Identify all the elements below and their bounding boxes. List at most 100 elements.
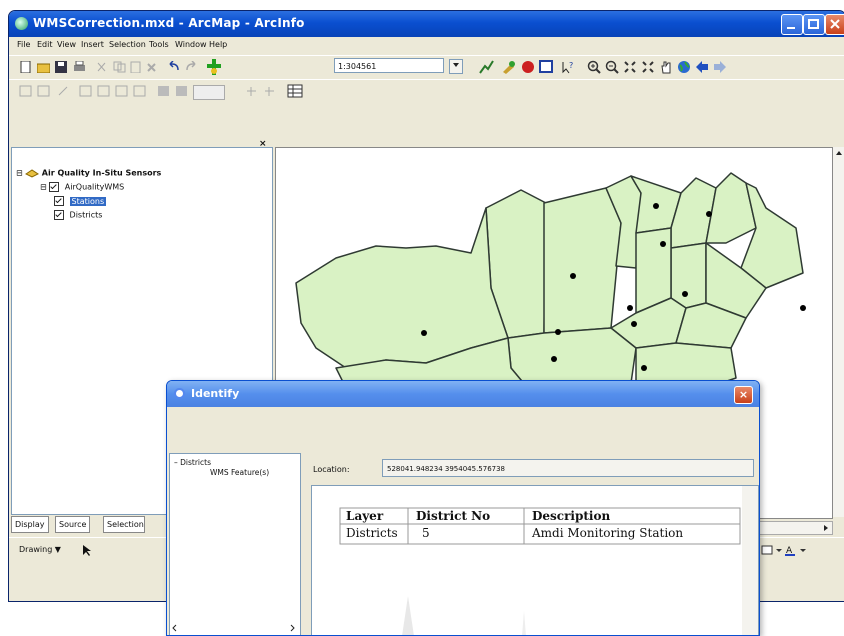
- checkbox-icon[interactable]: [49, 182, 60, 192]
- identify-title-bar[interactable]: [167, 381, 759, 407]
- window-title: WMSCorrection.mxd - ArcMap - ArcInfo: [33, 16, 305, 30]
- target-layer-dropdown[interactable]: [193, 85, 225, 100]
- toc-root-row[interactable]: ⊟ Air Quality In-Situ Sensors: [16, 168, 161, 178]
- station-point: [627, 305, 633, 311]
- tree-node-districts[interactable]: – Districts: [174, 458, 211, 467]
- drawing-menu[interactable]: Drawing ▼: [19, 545, 61, 554]
- command-line-icon[interactable]: [521, 60, 536, 74]
- map-scale-input[interactable]: 1:304561: [334, 58, 444, 73]
- identify-close-button[interactable]: ×: [734, 386, 753, 404]
- snapping-options-icon[interactable]: [263, 85, 276, 97]
- map-horizontal-scrollbar[interactable]: [751, 521, 833, 535]
- edit-tool-icon[interactable]: [19, 85, 32, 97]
- menu-file[interactable]: File: [17, 40, 30, 49]
- whats-this-help-icon[interactable]: ?: [561, 60, 576, 74]
- georef-tool-icon[interactable]: [157, 85, 170, 97]
- tree-node-wms-feature[interactable]: WMS Feature(s): [210, 468, 269, 477]
- open-folder-icon[interactable]: [37, 61, 50, 73]
- print-icon[interactable]: [73, 61, 86, 73]
- menu-edit[interactable]: Edit: [37, 40, 53, 49]
- catalog-window-icon[interactable]: [539, 60, 554, 74]
- station-point: [660, 241, 666, 247]
- district-polygon: [295, 207, 509, 369]
- arctoolbox-icon[interactable]: [501, 60, 516, 74]
- location-label: Location:: [313, 465, 350, 474]
- scroll-right-icon[interactable]: [820, 522, 832, 534]
- station-point: [682, 291, 688, 297]
- fixed-zoom-out-icon[interactable]: [641, 60, 656, 74]
- tree-horizontal-scrollbar[interactable]: [172, 622, 298, 634]
- identify-attribute-view: Layer District No Description Districts …: [311, 485, 759, 635]
- fixed-zoom-in-icon[interactable]: [623, 60, 638, 74]
- sketch-properties-icon[interactable]: [115, 85, 128, 97]
- pan-hand-icon[interactable]: [659, 60, 674, 74]
- close-button[interactable]: [825, 14, 844, 35]
- menu-insert[interactable]: Insert: [81, 40, 104, 49]
- menu-tools[interactable]: Tools: [149, 40, 169, 49]
- sketch-tool-icon[interactable]: [37, 85, 50, 97]
- add-data-icon[interactable]: [207, 59, 221, 75]
- delete-icon[interactable]: [145, 61, 158, 73]
- cell-layer: Districts: [346, 526, 398, 540]
- menu-selection[interactable]: Selection: [109, 40, 146, 49]
- full-extent-globe-icon[interactable]: [677, 60, 692, 74]
- attribute-table-icon[interactable]: [287, 84, 303, 98]
- minimize-button[interactable]: [781, 14, 803, 35]
- identify-dialog: Identify × – Districts WMS Feature(s) Lo…: [166, 380, 760, 636]
- line-color-icon[interactable]: A: [785, 544, 807, 556]
- toc-layer-stations[interactable]: Stations: [54, 196, 107, 206]
- checkbox-icon[interactable]: [54, 196, 64, 206]
- drawing-label: Drawing: [19, 545, 53, 554]
- menu-view[interactable]: View: [57, 40, 76, 49]
- menu-help[interactable]: Help: [209, 40, 227, 49]
- attributes-icon[interactable]: [97, 85, 110, 97]
- split-tool-icon[interactable]: [57, 85, 70, 97]
- tab-source[interactable]: Source: [55, 516, 91, 533]
- restore-icon: [808, 19, 819, 29]
- collapse-icon[interactable]: –: [174, 458, 178, 467]
- district-polygon: [740, 182, 804, 289]
- district-polygon: [670, 242, 707, 309]
- zoom-out-icon[interactable]: [605, 60, 620, 74]
- save-icon[interactable]: [55, 61, 68, 73]
- cut-icon[interactable]: [95, 61, 108, 73]
- select-elements-arrow-icon[interactable]: [81, 544, 93, 556]
- tab-selection[interactable]: Selection: [103, 516, 145, 533]
- title-bar[interactable]: WMSCorrection.mxd - ArcMap - ArcInfo: [9, 11, 844, 37]
- fill-color-icon[interactable]: [761, 544, 783, 556]
- location-field[interactable]: 528041.948234 3954045.576738: [382, 459, 754, 477]
- snapping-icon[interactable]: [245, 85, 258, 97]
- station-point: [570, 273, 576, 279]
- editor-toolbar: [9, 79, 844, 104]
- tab-display[interactable]: Display: [11, 516, 49, 533]
- identify-title: Identify: [191, 387, 240, 400]
- forward-arrow-icon[interactable]: [713, 60, 728, 74]
- new-document-icon[interactable]: [19, 61, 32, 73]
- scroll-right-icon: [290, 624, 295, 632]
- topology-icon[interactable]: [133, 85, 146, 97]
- back-arrow-icon[interactable]: [695, 60, 710, 74]
- rotate-tool-icon[interactable]: [79, 85, 92, 97]
- toc-layer-districts[interactable]: Districts: [54, 210, 102, 220]
- zoom-in-icon[interactable]: [587, 60, 602, 74]
- map-vertical-scrollbar[interactable]: [833, 147, 844, 517]
- scroll-up-icon[interactable]: [833, 147, 844, 159]
- toc-service-row[interactable]: ⊟ AirQualityWMS: [40, 182, 124, 192]
- restore-button[interactable]: [803, 14, 825, 35]
- scale-dropdown-button[interactable]: [449, 59, 463, 74]
- identify-results-tree: – Districts WMS Feature(s): [169, 453, 301, 635]
- station-point: [641, 365, 647, 371]
- collapse-icon[interactable]: ⊟: [16, 169, 23, 178]
- cell-district-no: 5: [422, 526, 430, 540]
- menu-window[interactable]: Window: [175, 40, 207, 49]
- editor-toolbar-icon[interactable]: [479, 60, 494, 74]
- georef-link-icon[interactable]: [175, 85, 188, 97]
- undo-icon[interactable]: [167, 61, 180, 73]
- close-icon: ×: [738, 388, 749, 401]
- redo-icon[interactable]: [185, 61, 198, 73]
- station-point: [706, 211, 712, 217]
- checkbox-icon[interactable]: [54, 210, 64, 220]
- paste-icon[interactable]: [129, 61, 142, 73]
- copy-icon[interactable]: [113, 61, 126, 73]
- collapse-icon[interactable]: ⊟: [40, 183, 47, 192]
